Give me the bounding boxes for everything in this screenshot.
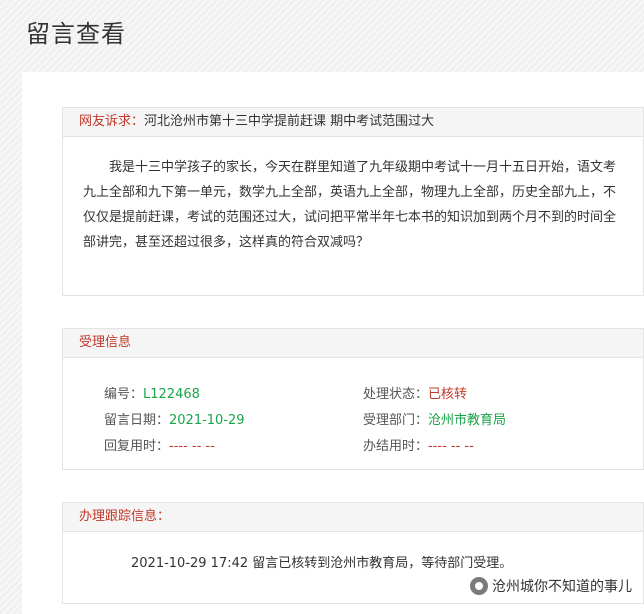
page-header: 留言查看 — [0, 0, 644, 60]
status-value: 已核转 — [428, 387, 468, 402]
status-label: 处理状态： — [363, 387, 429, 402]
content-area: 网友诉求：河北沧州市第十三中学提前赶课 期中考试范围过大 我是十三中学孩子的家长… — [22, 72, 644, 614]
complaint-label: 网友诉求： — [79, 114, 145, 129]
acceptance-heading: 受理信息 — [79, 335, 132, 350]
number-label: 编号： — [104, 387, 144, 402]
complaint-line: 完，甚至还超过很多，这样真的符合双减吗？ — [109, 235, 370, 250]
date-label: 留言日期： — [104, 413, 170, 428]
complaint-header: 网友诉求：河北沧州市第十三中学提前赶课 期中考试范围过大 — [63, 108, 643, 137]
watermark-text: 沧州城你不知道的事儿 — [492, 579, 632, 595]
reply-row: 回复用时：---- -- -- — [104, 435, 215, 454]
number-row: 编号：L122468 — [104, 383, 200, 402]
acceptance-info: 编号：L122468 处理状态：已核转 留言日期：2021-10-29 受理部门… — [63, 358, 643, 454]
number-value: L122468 — [143, 387, 200, 402]
date-value: 2021-10-29 — [169, 413, 245, 428]
complaint-body: 我是十三中学孩子的家长，今天在群里知道了九年级期中考试十一月十五日开始，语文考九… — [83, 155, 623, 255]
reply-value: ---- -- -- — [169, 439, 215, 454]
dept-value: 沧州市教育局 — [428, 413, 507, 428]
watermark: 沧州城你不知道的事儿 — [470, 574, 632, 598]
acceptance-panel: 受理信息 编号：L122468 处理状态：已核转 留言日期：2021-10-29… — [62, 328, 644, 470]
dept-row: 受理部门：沧州市教育局 — [363, 409, 506, 428]
wechat-icon — [470, 577, 488, 595]
tracking-entry: 2021-10-29 17:42 留言已核转到沧州市教育局，等待部门受理。 — [131, 556, 513, 571]
finish-row: 办结用时：---- -- -- — [363, 435, 474, 454]
acceptance-header: 受理信息 — [63, 329, 643, 358]
tracking-header: 办理跟踪信息： — [63, 503, 643, 532]
finish-value: ---- -- -- — [428, 439, 474, 454]
status-row: 处理状态：已核转 — [363, 383, 467, 402]
complaint-panel: 网友诉求：河北沧州市第十三中学提前赶课 期中考试范围过大 我是十三中学孩子的家长… — [62, 107, 644, 296]
page-title: 留言查看 — [26, 20, 126, 48]
complaint-title: 河北沧州市第十三中学提前赶课 期中考试范围过大 — [144, 114, 435, 129]
dept-label: 受理部门： — [363, 413, 429, 428]
finish-label: 办结用时： — [363, 439, 429, 454]
reply-label: 回复用时： — [104, 439, 170, 454]
date-row: 留言日期：2021-10-29 — [104, 409, 245, 428]
tracking-heading: 办理跟踪信息： — [79, 509, 171, 524]
